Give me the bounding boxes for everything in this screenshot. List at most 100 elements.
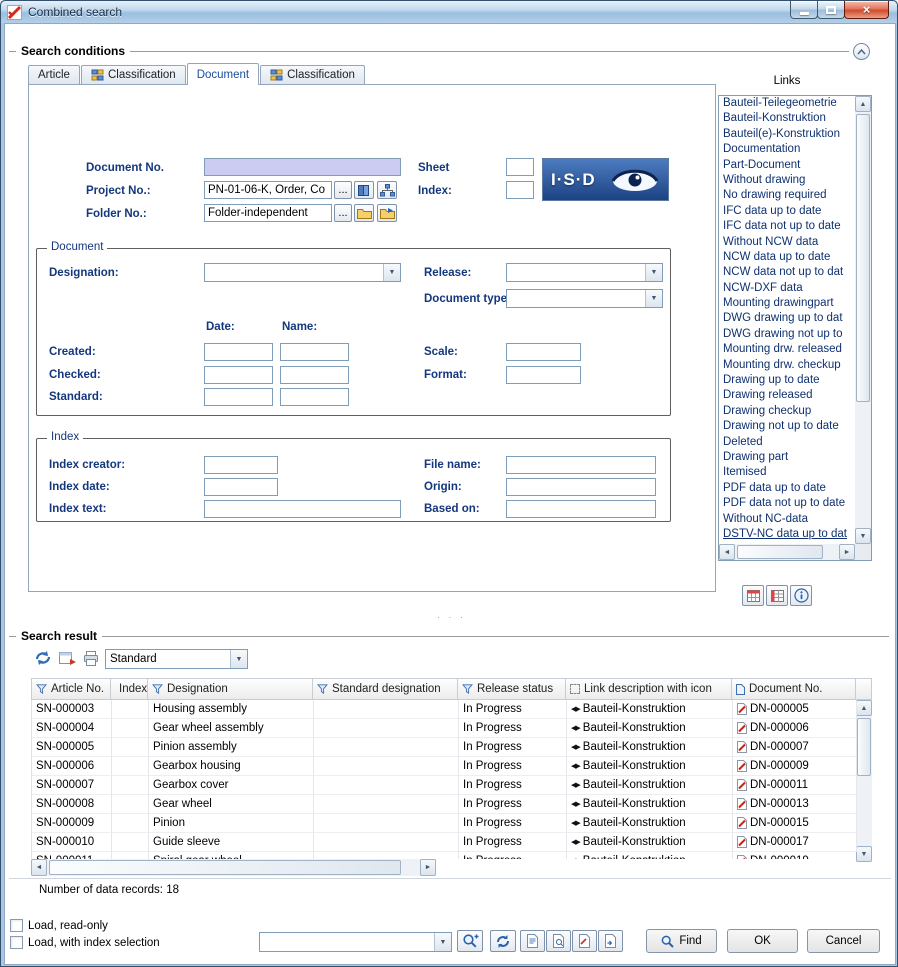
open-document-button[interactable] <box>520 930 545 952</box>
footer-combobox[interactable]: ▼ <box>259 932 452 952</box>
scrollbar-thumb[interactable] <box>49 860 401 875</box>
col-header-link-description[interactable]: Link description with icon <box>566 678 732 700</box>
file-name-input[interactable] <box>506 456 656 474</box>
links-list-item[interactable]: Drawing up to date <box>719 373 855 388</box>
print-results-button[interactable] <box>82 649 102 667</box>
result-list-view-button[interactable] <box>766 585 788 606</box>
links-list-item[interactable]: Drawing released <box>719 388 855 403</box>
links-list-item[interactable]: Drawing checkup <box>719 404 855 419</box>
scrollbar-thumb[interactable] <box>856 114 870 402</box>
load-readonly-checkbox[interactable] <box>10 919 23 932</box>
scroll-up-button[interactable]: ▲ <box>855 96 871 112</box>
links-list-item[interactable]: No drawing required <box>719 188 855 203</box>
result-row[interactable]: SN-000007 Gearbox cover In Progress ◀▶ B… <box>32 776 856 795</box>
links-list-item[interactable]: NCW data up to date <box>719 250 855 265</box>
info-button[interactable] <box>790 585 812 606</box>
scrollbar-track[interactable] <box>47 859 420 876</box>
document-no-input[interactable] <box>204 158 401 176</box>
links-list-item[interactable]: Without drawing <box>719 173 855 188</box>
project-browse-button[interactable]: ... <box>334 181 352 199</box>
links-list-item[interactable]: Mounting drw. checkup <box>719 358 855 373</box>
links-list-item[interactable]: DWG drawing up to dat <box>719 311 855 326</box>
scrollbar-track[interactable] <box>855 112 871 528</box>
project-no-input[interactable] <box>204 181 332 199</box>
result-row[interactable]: SN-000004 Gear wheel assembly In Progres… <box>32 719 856 738</box>
search-in-result-button[interactable] <box>457 930 483 952</box>
result-row[interactable]: SN-000010 Guide sleeve In Progress ◀▶ Ba… <box>32 833 856 852</box>
links-list-item[interactable]: Documentation <box>719 142 855 157</box>
result-row[interactable]: SN-000005 Pinion assembly In Progress ◀▶… <box>32 738 856 757</box>
folder-browse-button[interactable]: ... <box>334 204 352 222</box>
links-vertical-scrollbar[interactable]: ▲ ▼ <box>855 96 871 544</box>
scroll-left-button[interactable]: ◄ <box>31 859 47 876</box>
created-name-input[interactable] <box>280 343 349 361</box>
chevron-down-icon[interactable]: ▼ <box>230 650 247 668</box>
based-on-input[interactable] <box>506 500 656 518</box>
col-header-index[interactable]: Index <box>111 678 148 700</box>
tab-article[interactable]: Article <box>28 65 80 84</box>
ok-button[interactable]: OK <box>727 929 798 953</box>
links-list-item[interactable]: Without NC-data <box>719 512 855 527</box>
project-structure-button[interactable] <box>377 181 397 199</box>
index-creator-input[interactable] <box>204 456 278 474</box>
links-list-item[interactable]: Deleted <box>719 435 855 450</box>
result-grid-view-button[interactable] <box>742 585 764 606</box>
format-input[interactable] <box>506 366 581 384</box>
links-list-item[interactable]: NCW data not up to dat <box>719 265 855 280</box>
scrollbar-track[interactable] <box>856 716 872 846</box>
col-header-document-no[interactable]: Document No. <box>732 678 856 700</box>
maximize-button[interactable] <box>817 1 845 19</box>
tab-classification-document[interactable]: Classification <box>260 65 365 84</box>
origin-input[interactable] <box>506 478 656 496</box>
links-horizontal-scrollbar[interactable]: ◄ ► <box>719 544 855 560</box>
reload-button[interactable] <box>490 930 516 952</box>
col-header-standard-designation[interactable]: Standard designation <box>313 678 458 700</box>
chevron-down-icon[interactable]: ▼ <box>434 933 451 951</box>
index-input[interactable] <box>506 181 534 199</box>
links-list-item[interactable]: Bauteil(e)-Konstruktion <box>719 127 855 142</box>
result-row[interactable]: SN-000011 Spiral gear wheel In Progress … <box>32 852 856 859</box>
find-button[interactable]: Find <box>646 929 717 953</box>
result-view-combobox[interactable]: Standard ▼ <box>105 649 248 669</box>
scroll-right-button[interactable]: ► <box>420 859 436 876</box>
project-catalog-button[interactable] <box>354 181 374 199</box>
chevron-down-icon[interactable]: ▼ <box>383 264 400 281</box>
links-list-item[interactable]: Part-Document <box>719 158 855 173</box>
section-splitter[interactable]: · · · <box>437 612 466 622</box>
checked-date-input[interactable] <box>204 366 273 384</box>
checked-name-input[interactable] <box>280 366 349 384</box>
col-header-designation[interactable]: Designation <box>148 678 313 700</box>
scrollbar-track[interactable] <box>735 544 839 560</box>
links-list-item[interactable]: PDF data up to date <box>719 481 855 496</box>
result-vertical-scrollbar[interactable]: ▲ ▼ <box>856 700 872 862</box>
links-list-item[interactable]: DWG drawing not up to <box>719 327 855 342</box>
links-list-item[interactable]: Drawing not up to date <box>719 419 855 434</box>
links-list-item[interactable]: Mounting drw. released <box>719 342 855 357</box>
links-list-item[interactable]: DSTV-NC data up to dat <box>719 527 855 542</box>
load-readonly-label[interactable]: Load, read-only <box>28 920 108 932</box>
links-list-item[interactable]: IFC data up to date <box>719 204 855 219</box>
edit-document-button[interactable] <box>572 930 597 952</box>
designation-combobox[interactable]: ▼ <box>204 263 401 282</box>
folder-link-button[interactable] <box>377 204 397 222</box>
scroll-down-button[interactable]: ▼ <box>856 846 872 862</box>
tab-classification-article[interactable]: Classification <box>81 65 186 84</box>
transfer-document-button[interactable] <box>598 930 623 952</box>
tab-document[interactable]: Document <box>187 63 259 85</box>
links-list-item[interactable]: Itemised <box>719 465 855 480</box>
chevron-down-icon[interactable]: ▼ <box>645 290 662 307</box>
release-combobox[interactable]: ▼ <box>506 263 663 282</box>
chevron-down-icon[interactable]: ▼ <box>645 264 662 281</box>
export-results-button[interactable] <box>58 649 78 667</box>
links-list-item[interactable]: PDF data not up to date <box>719 496 855 511</box>
load-index-label[interactable]: Load, with index selection <box>28 937 160 949</box>
scroll-down-button[interactable]: ▼ <box>855 528 871 544</box>
links-list-item[interactable]: IFC data not up to date <box>719 219 855 234</box>
cancel-button[interactable]: Cancel <box>807 929 880 953</box>
collapse-conditions-button[interactable] <box>853 43 870 60</box>
folder-no-input[interactable] <box>204 204 332 222</box>
refresh-results-button[interactable] <box>31 648 55 668</box>
load-index-checkbox[interactable] <box>10 936 23 949</box>
titlebar[interactable]: Combined search × <box>1 1 897 23</box>
preview-document-button[interactable] <box>546 930 571 952</box>
